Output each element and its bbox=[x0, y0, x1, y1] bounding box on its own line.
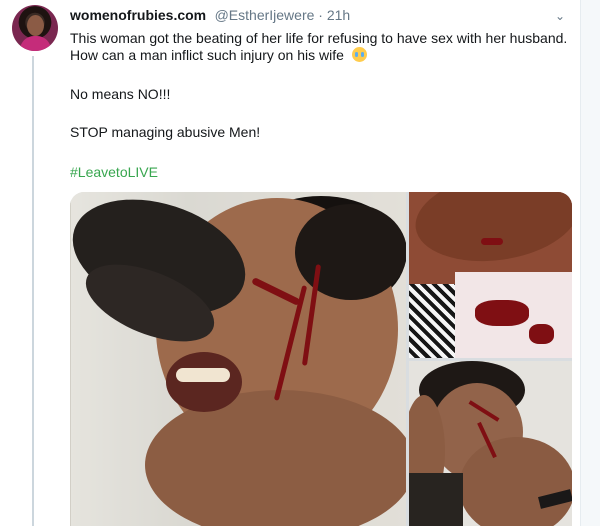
profile-avatar[interactable] bbox=[12, 5, 58, 51]
avatar-face bbox=[27, 15, 44, 36]
tweet-media-grid[interactable] bbox=[70, 192, 572, 526]
tweet-text-line-3: No means NO!!! bbox=[70, 86, 171, 102]
thread-line bbox=[32, 56, 34, 526]
crying-face-icon bbox=[351, 47, 367, 62]
blood-mark bbox=[481, 238, 503, 245]
main-photo[interactable] bbox=[70, 192, 406, 526]
blood-mark bbox=[529, 324, 554, 344]
blood-mark bbox=[475, 300, 529, 326]
hashtag-link[interactable]: #LeavetoLIVE bbox=[70, 162, 570, 182]
tweet-text-line-2: How can a man inflict such injury on his… bbox=[70, 45, 570, 65]
tweet-header: womenofrubies.com @EstherIjewere · 21h ⌄ bbox=[70, 7, 575, 25]
chevron-down-icon[interactable]: ⌄ bbox=[553, 9, 567, 23]
avatar-body bbox=[20, 36, 51, 51]
hair bbox=[295, 204, 406, 300]
bottom-right-photo[interactable] bbox=[409, 361, 572, 526]
bag bbox=[409, 473, 463, 526]
shoulder bbox=[459, 437, 572, 526]
top-right-photo[interactable] bbox=[409, 192, 572, 358]
tweet-text-line-2-text: How can a man inflict such injury on his… bbox=[70, 47, 344, 63]
display-name[interactable]: womenofrubies.com bbox=[70, 7, 206, 23]
teeth bbox=[176, 368, 230, 382]
mouth bbox=[166, 352, 242, 412]
tweet-card[interactable]: womenofrubies.com @EstherIjewere · 21h ⌄… bbox=[0, 0, 581, 526]
tweet-text-line-4: STOP managing abusive Men! bbox=[70, 124, 261, 140]
arm bbox=[409, 192, 572, 271]
handle-and-time[interactable]: @EstherIjewere · 21h bbox=[215, 7, 351, 23]
